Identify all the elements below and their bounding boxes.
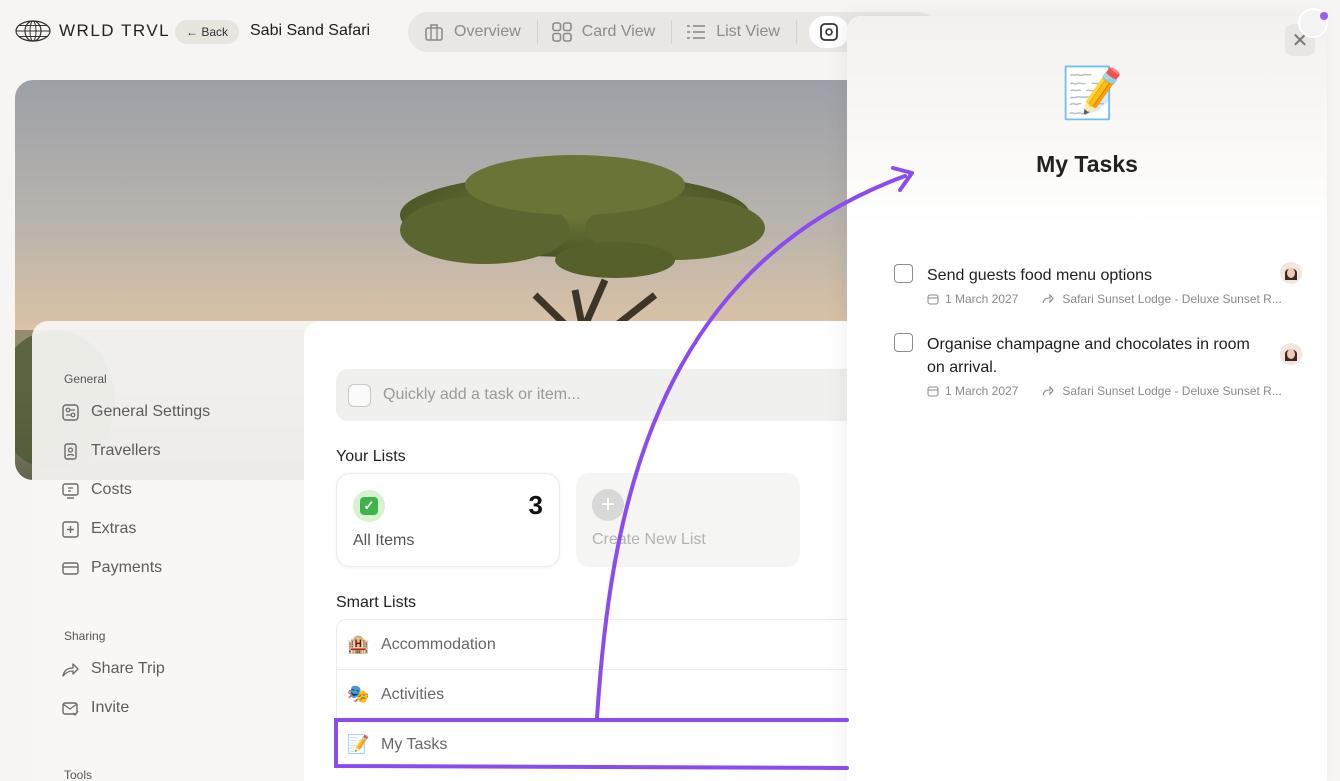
all-items-card[interactable]: ✓ 3 All Items — [336, 473, 560, 567]
trip-name: Sabi Sand Safari — [250, 22, 371, 39]
smart-lists-heading: Smart Lists — [336, 594, 417, 611]
sidebar-item-extras[interactable]: Extras — [62, 520, 136, 538]
tasks-icon — [820, 23, 838, 41]
my-tasks-drawer: ✕ 📝 My Tasks Send guests food menu optio… — [847, 16, 1327, 781]
settings-icon — [62, 403, 79, 421]
task-title[interactable]: Send guests food menu options — [927, 264, 1257, 287]
back-button[interactable]: ← Back — [175, 20, 240, 44]
section-sharing-title: Sharing — [64, 629, 106, 643]
quick-add-placeholder: Quickly add a task or item... — [383, 386, 581, 403]
memo-icon: 📝 — [347, 734, 370, 754]
calendar-icon — [927, 294, 939, 305]
add-box-icon — [62, 520, 79, 538]
tab-tasks[interactable] — [808, 16, 849, 48]
quick-add-input[interactable]: Quickly add a task or item... — [336, 369, 876, 421]
smart-list-my-tasks[interactable]: 📝 My Tasks — [336, 719, 876, 769]
check-icon: ✓ — [353, 490, 385, 522]
theater-masks-icon: 🎭 — [347, 684, 370, 704]
task-location: Safari Sunset Lodge - Deluxe Sunset R... — [1062, 292, 1282, 306]
forward-arrow-icon — [1042, 385, 1055, 396]
section-tools-title: Tools — [64, 768, 93, 781]
logo-text: WRLD TRVL — [59, 21, 171, 40]
smart-lists: 🏨 Accommodation 🎭 Activities 📝 My Tasks — [336, 619, 876, 769]
notification-dot — [1320, 12, 1328, 20]
share-icon — [62, 662, 79, 677]
card-icon — [62, 561, 79, 575]
grid-icon — [551, 22, 572, 42]
task-checkbox[interactable] — [894, 333, 913, 352]
logo[interactable]: WRLD TRVL — [15, 20, 170, 42]
create-new-list-button[interactable]: + Create New List — [576, 473, 800, 567]
task-meta: 1 March 2027 Safari Sunset Lodge - Delux… — [927, 292, 1312, 306]
globe-icon — [15, 20, 51, 42]
tab-list-view[interactable]: List View — [684, 20, 797, 44]
your-lists-heading: Your Lists — [336, 448, 406, 465]
calendar-icon — [927, 386, 939, 397]
sidebar-item-label: Payments — [91, 559, 163, 576]
forward-arrow-icon — [1042, 293, 1055, 304]
tab-list-view-label: List View — [716, 23, 780, 40]
suitcase-icon — [425, 24, 443, 41]
tab-card-view[interactable]: Card View — [550, 20, 673, 44]
section-general-title: General — [64, 372, 107, 386]
sidebar-item-label: Extras — [91, 520, 137, 537]
main-content: Quickly add a task or item... Your Lists… — [304, 321, 876, 781]
all-items-label: All Items — [353, 532, 415, 549]
sidebar-item-invite[interactable]: Invite — [62, 699, 129, 717]
sidebar-item-label: Share Trip — [91, 660, 165, 677]
list-icon — [687, 25, 706, 39]
avatar[interactable] — [1280, 343, 1302, 365]
task-date: 1 March 2027 — [945, 292, 1019, 306]
badge-icon — [64, 442, 77, 460]
sidebar-item-payments[interactable]: Payments — [62, 559, 162, 577]
create-new-list-label: Create New List — [592, 531, 706, 548]
sidebar-item-costs[interactable]: Costs — [62, 481, 132, 499]
all-items-count: 3 — [528, 490, 543, 520]
smart-list-label: Activities — [381, 685, 445, 703]
sidebar-item-label: Travellers — [91, 442, 161, 459]
smart-list-activities[interactable]: 🎭 Activities — [336, 669, 876, 719]
tab-overview-label: Overview — [454, 23, 521, 40]
tab-overview[interactable]: Overview — [422, 20, 538, 44]
avatar[interactable] — [1280, 262, 1302, 284]
drawer-title: My Tasks — [1036, 151, 1138, 177]
memo-icon: 📝 — [1061, 65, 1124, 121]
task-meta: 1 March 2027 Safari Sunset Lodge - Delux… — [927, 384, 1312, 398]
invite-icon — [62, 701, 79, 716]
sidebar-item-label: Costs — [91, 481, 132, 498]
user-avatar[interactable] — [1298, 8, 1328, 38]
sidebar-item-label: General Settings — [91, 403, 211, 420]
costs-icon — [62, 482, 79, 499]
quick-add-checkbox — [348, 383, 371, 407]
smart-list-label: Accommodation — [381, 635, 496, 653]
sidebar-item-general-settings[interactable]: General Settings — [62, 403, 210, 421]
task-checkbox[interactable] — [894, 264, 913, 283]
smart-list-label: My Tasks — [381, 735, 448, 753]
task-location: Safari Sunset Lodge - Deluxe Sunset R... — [1062, 384, 1282, 398]
sidebar-item-share-trip[interactable]: Share Trip — [62, 660, 165, 678]
hotel-icon: 🏨 — [347, 634, 370, 654]
smart-list-accommodation[interactable]: 🏨 Accommodation — [336, 619, 876, 669]
sidebar-item-label: Invite — [91, 699, 130, 716]
sidebar: General General Settings Travellers Cost… — [32, 321, 332, 781]
task-title[interactable]: Organise champagne and chocolates in roo… — [927, 333, 1257, 379]
task-date: 1 March 2027 — [945, 384, 1019, 398]
sidebar-item-travellers[interactable]: Travellers — [62, 442, 161, 460]
tab-card-view-label: Card View — [581, 23, 656, 40]
plus-icon: + — [592, 489, 624, 521]
